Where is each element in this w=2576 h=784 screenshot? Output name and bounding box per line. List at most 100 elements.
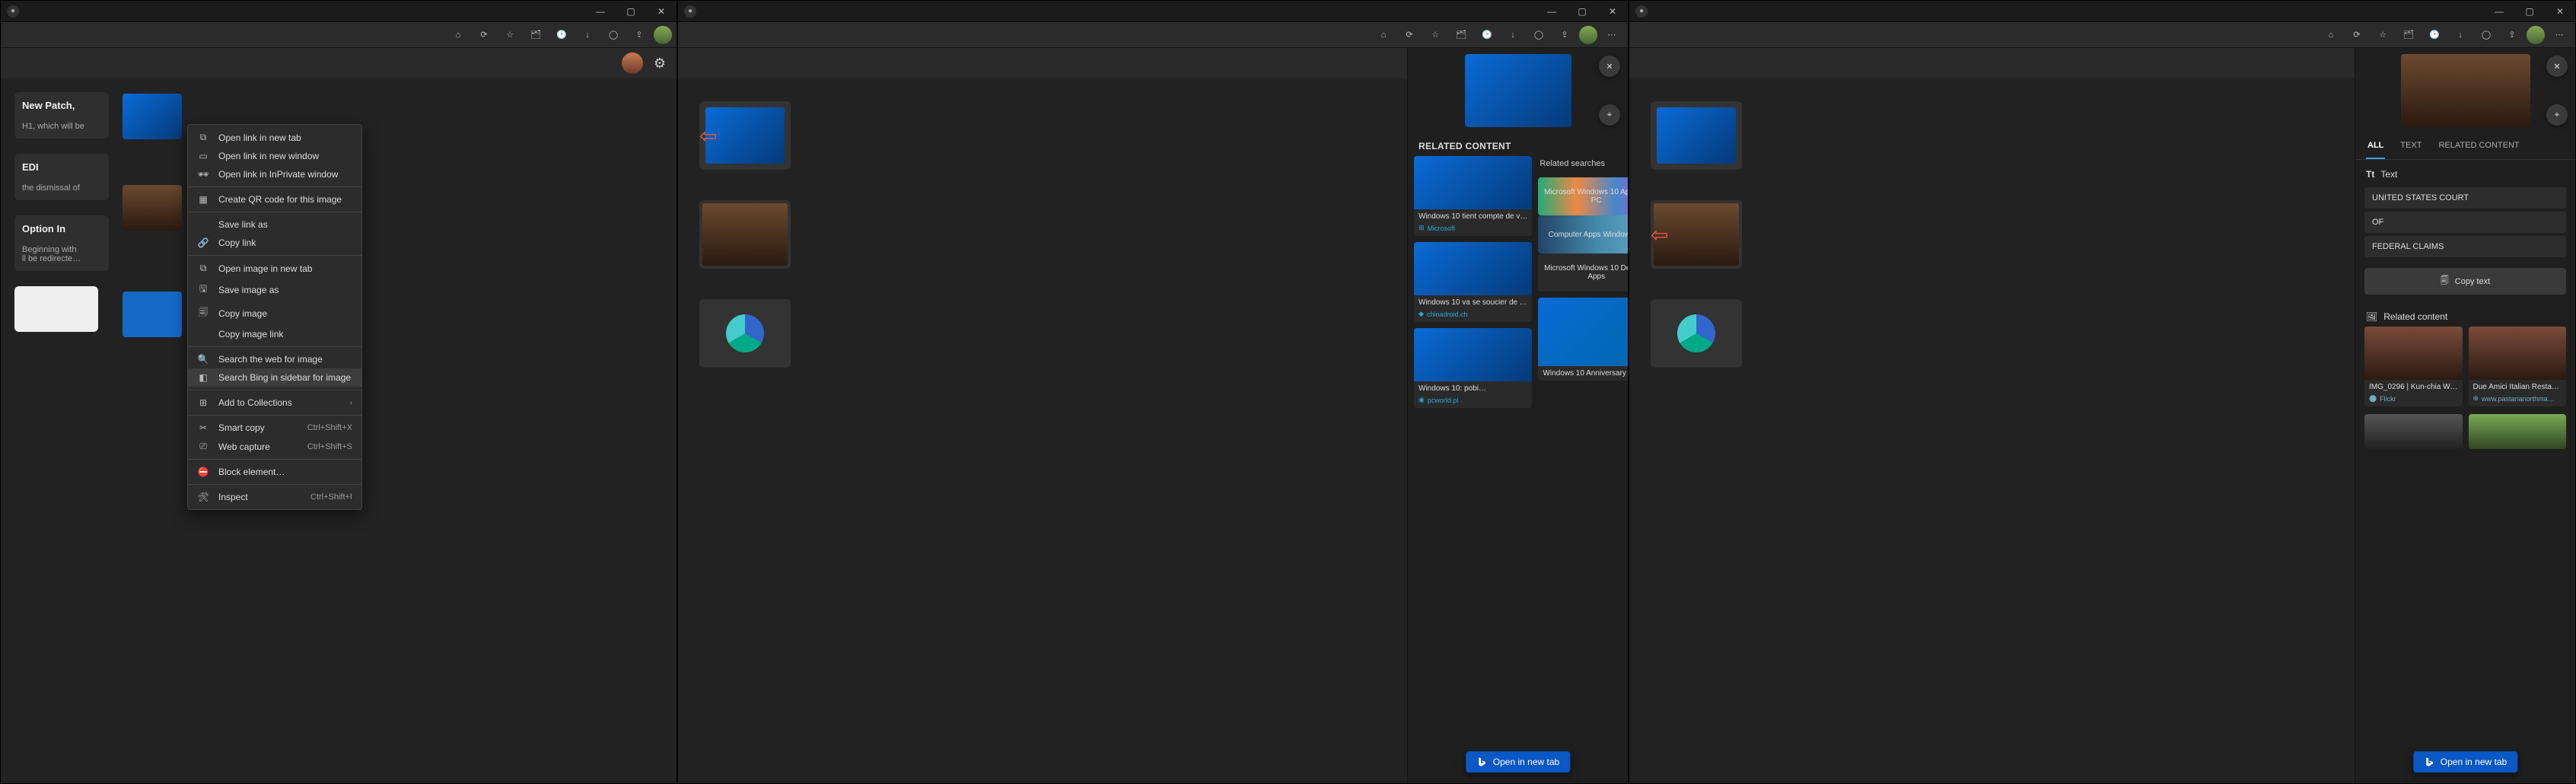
ocr-text-line[interactable]: OF — [2364, 212, 2566, 233]
related-search-chip[interactable]: Computer Apps Windows 10 — [1538, 215, 1628, 253]
related-image-card[interactable]: Windows 10 Anniversary Upd… — [1538, 298, 1628, 381]
downloads-icon[interactable]: ↓ — [2449, 24, 2472, 46]
tab-text[interactable]: TEXT — [2399, 133, 2423, 159]
profile-avatar[interactable] — [2527, 26, 2545, 44]
profile-avatar[interactable] — [654, 26, 672, 44]
minimize-button[interactable]: — — [585, 1, 616, 22]
ctx-open-image-in-new-tab[interactable]: ⧉Open image in new tab — [188, 259, 361, 278]
crop-icon[interactable]: ⌖ — [1599, 104, 1620, 126]
thumbnail-news[interactable] — [14, 286, 98, 332]
ctx-copy-image[interactable]: 🗐Copy image — [188, 301, 361, 325]
home-icon[interactable]: ⌂ — [1372, 24, 1395, 46]
related-image-card[interactable]: Windows 10: pobi…◉pcworld.pl — [1414, 328, 1532, 408]
ctx-add-to-collections[interactable]: ⊞Add to Collections› — [188, 394, 361, 412]
collections-icon[interactable]: 🗂 — [1450, 24, 1473, 46]
feed-card[interactable] — [123, 94, 182, 139]
ctx-item-shortcut: Ctrl+Shift+I — [310, 492, 352, 502]
ctx-smart-copy[interactable]: ✂Smart copyCtrl+Shift+X — [188, 419, 361, 437]
maximize-button[interactable]: ▢ — [1567, 1, 1597, 22]
open-in-new-tab-button[interactable]: Open in new tab — [1466, 751, 1570, 773]
related-card[interactable] — [2364, 414, 2463, 449]
related-image-thumb — [1414, 328, 1532, 381]
crop-icon[interactable]: ⌖ — [2546, 104, 2568, 126]
downloads-icon[interactable]: ↓ — [1501, 24, 1524, 46]
tab-related[interactable]: RELATED CONTENT — [2437, 133, 2521, 159]
ocr-text-line[interactable]: UNITED STATES COURT — [2364, 187, 2566, 209]
related-search-chip[interactable]: Microsoft Windows 10 Apps for PC — [1538, 177, 1628, 215]
favorite-icon[interactable]: ☆ — [1424, 24, 1447, 46]
ctx-inspect[interactable]: 🛠InspectCtrl+Shift+I — [188, 488, 361, 506]
related-image-card[interactable]: Windows 10 va se soucier de …◆chinadroid… — [1414, 242, 1532, 322]
preview-image — [2401, 54, 2530, 127]
ctx-search-bing-in-sidebar-for-image[interactable]: ◧Search Bing in sidebar for image — [188, 368, 361, 387]
edge-profile-dot[interactable]: ● — [684, 5, 696, 18]
ctx-search-the-web-for-image[interactable]: 🔍Search the web for image — [188, 350, 361, 368]
related-search-chip[interactable]: Microsoft Windows 10 Desktop Apps — [1538, 253, 1628, 292]
ctx-item-icon: 🕶 — [197, 169, 209, 180]
thumbnail-court[interactable] — [123, 185, 182, 231]
share-icon[interactable]: ⇪ — [2501, 24, 2523, 46]
related-image-source: ◆chinadroid.ch — [1414, 310, 1532, 322]
user-avatar[interactable] — [622, 53, 643, 74]
related-card[interactable]: IMG_0296 | Kun-chia Wu | …⬤Flickr — [2364, 327, 2463, 406]
history-icon[interactable]: 🕑 — [2423, 24, 2446, 46]
share-icon[interactable]: ⇪ — [628, 24, 651, 46]
favorite-icon[interactable]: ☆ — [2371, 24, 2394, 46]
ctx-web-capture[interactable]: ⎚Web captureCtrl+Shift+S — [188, 437, 361, 456]
more-icon[interactable]: ⋯ — [2548, 24, 2571, 46]
close-sidebar-button[interactable]: ✕ — [2546, 56, 2568, 77]
ctx-save-image-as[interactable]: 🖫Save image as — [188, 278, 361, 301]
home-icon[interactable]: ⌂ — [447, 24, 470, 46]
ctx-copy-link[interactable]: 🔗Copy link — [188, 234, 361, 252]
history-icon[interactable]: 🕑 — [1476, 24, 1498, 46]
thumbnail-edge-logo[interactable] — [1651, 299, 1742, 368]
thumbnail-edge-logo[interactable] — [699, 299, 791, 368]
refresh-icon[interactable]: ⟳ — [473, 24, 495, 46]
collections-icon[interactable]: 🗂 — [2397, 24, 2420, 46]
copy-text-button[interactable]: 🗐 Copy text — [2364, 268, 2566, 295]
extensions-icon[interactable]: ◯ — [602, 24, 625, 46]
open-in-new-tab-button[interactable]: Open in new tab — [2413, 751, 2517, 773]
related-image-card[interactable]: Windows 10 tient compte de v…⊞Microsoft — [1414, 156, 1532, 236]
edge-profile-dot[interactable]: ● — [1635, 5, 1648, 18]
close-button[interactable]: ✕ — [1597, 1, 1628, 22]
close-button[interactable]: ✕ — [646, 1, 677, 22]
refresh-icon[interactable]: ⟳ — [1398, 24, 1421, 46]
extensions-icon[interactable]: ◯ — [1527, 24, 1550, 46]
favorite-icon[interactable]: ☆ — [498, 24, 521, 46]
ctx-open-link-in-inprivate-window[interactable]: 🕶Open link in InPrivate window — [188, 165, 361, 183]
ctx-create-qr-code-for-this-image[interactable]: ▦Create QR code for this image — [188, 190, 361, 209]
thumbnail-laptop[interactable] — [1651, 101, 1742, 170]
maximize-button[interactable]: ▢ — [2514, 1, 2545, 22]
related-card-source: ⊕www.pastarianorthma… — [2469, 394, 2567, 406]
thumbnail-circle[interactable] — [123, 292, 182, 337]
ctx-copy-image-link[interactable]: Copy image link — [188, 325, 361, 343]
downloads-icon[interactable]: ↓ — [576, 24, 599, 46]
ocr-text-line[interactable]: FEDERAL CLAIMS — [2364, 236, 2566, 257]
share-icon[interactable]: ⇪ — [1553, 24, 1576, 46]
related-card[interactable]: Due Amici Italian Restaura…⊕www.pastaria… — [2469, 327, 2567, 406]
edge-profile-dot[interactable]: ● — [7, 5, 19, 18]
related-card[interactable] — [2469, 414, 2567, 449]
ctx-open-link-in-new-tab[interactable]: ⧉Open link in new tab — [188, 128, 361, 147]
more-icon[interactable]: ⋯ — [1600, 24, 1623, 46]
close-button[interactable]: ✕ — [2545, 1, 2575, 22]
collections-icon[interactable]: 🗂 — [524, 24, 547, 46]
ctx-block-element[interactable]: ⛔Block element… — [188, 463, 361, 481]
close-sidebar-button[interactable]: ✕ — [1599, 56, 1620, 77]
ctx-save-link-as[interactable]: Save link as — [188, 215, 361, 234]
home-icon[interactable]: ⌂ — [2320, 24, 2342, 46]
minimize-button[interactable]: — — [2484, 1, 2514, 22]
maximize-button[interactable]: ▢ — [616, 1, 646, 22]
profile-avatar[interactable] — [1579, 26, 1597, 44]
gear-icon[interactable]: ⚙ — [654, 56, 666, 72]
ctx-open-link-in-new-window[interactable]: ▭Open link in new window — [188, 147, 361, 165]
refresh-icon[interactable]: ⟳ — [2345, 24, 2368, 46]
tab-all[interactable]: ALL — [2366, 133, 2385, 159]
minimize-button[interactable]: — — [1536, 1, 1567, 22]
thumbnail-court[interactable] — [699, 200, 791, 269]
history-icon[interactable]: 🕑 — [550, 24, 573, 46]
bing-icon — [1476, 757, 1487, 767]
extensions-icon[interactable]: ◯ — [2475, 24, 2498, 46]
image-section-icon: 🖼 — [2366, 311, 2377, 322]
